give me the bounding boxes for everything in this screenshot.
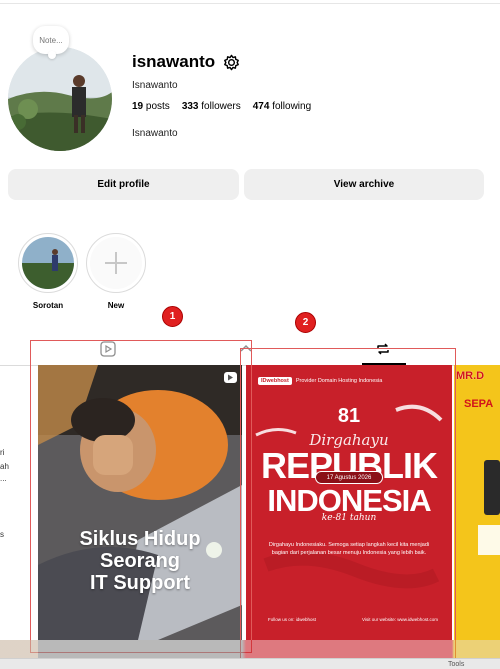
posts-label: posts [145,101,170,112]
top-divider [0,3,500,4]
left-fragment: ... [0,474,7,483]
bio: Isnawanto [132,128,178,139]
highlight-label: Sorotan [32,301,64,310]
following-label: following [272,101,312,112]
following-count: 474 [252,101,270,112]
bottom-toolbar [0,658,500,669]
annotation-badge-2: 2 [295,312,316,333]
plus-icon [90,237,142,289]
left-fragment: ah [0,462,9,471]
note-text: Note... [39,35,63,45]
note-bubble[interactable]: Note... [33,26,69,59]
highlight-ring [18,233,78,293]
highlight-thumbnail [22,237,74,289]
following-stat[interactable]: 474 following [253,101,311,112]
username: isnawanto [132,52,216,71]
left-fragment: s [0,530,4,539]
post3-graphic [478,460,500,555]
highlight-sorotan[interactable]: Sorotan [18,233,78,310]
settings-gear-icon[interactable] [223,54,240,71]
profile-avatar[interactable] [8,47,112,151]
highlight-ring [86,233,146,293]
view-archive-button[interactable]: View archive [244,169,484,200]
annotation-box-1 [30,340,252,653]
annotation-box-2 [240,348,456,662]
posts-count: 19 [132,101,144,112]
full-name: Isnawanto [132,80,178,91]
followers-count: 333 [181,101,199,112]
username-row: isnawanto [132,52,240,72]
posts-stat[interactable]: 19 posts [132,101,170,112]
edit-profile-button[interactable]: Edit profile [8,169,239,200]
left-fragment: ri [0,448,5,457]
highlight-new[interactable]: New [86,233,146,310]
tools-label[interactable]: Tools [448,661,464,668]
highlight-label: New [107,301,125,310]
annotation-badge-1: 1 [162,306,183,327]
next-row-peek [0,640,500,658]
followers-label: followers [201,101,241,112]
profile-stats: 19 posts 333 followers 474 following [132,101,311,112]
post-partial-right[interactable]: MR.D SEPA [454,365,500,640]
followers-stat[interactable]: 333 followers [182,101,241,112]
